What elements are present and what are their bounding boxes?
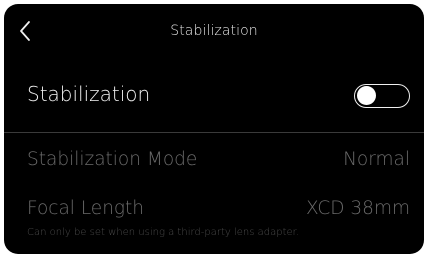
- divider: [4, 132, 424, 133]
- focal-length-note: Can only be set when using a third-party…: [27, 227, 300, 238]
- stabilization-screen: Stabilization Stabilization Stabilizatio…: [4, 4, 424, 254]
- focal-length-row: Focal Length XCD 38mm Can only be set wh…: [4, 198, 424, 246]
- stabilization-label: Stabilization: [27, 82, 151, 106]
- stabilization-mode-label: Stabilization Mode: [27, 149, 198, 170]
- toggle-knob: [356, 86, 376, 105]
- header: Stabilization: [4, 4, 424, 62]
- focal-length-label: Focal Length: [27, 198, 144, 219]
- stabilization-mode-row: Stabilization Mode Normal: [4, 149, 424, 179]
- focal-length-value: XCD 38mm: [306, 198, 410, 219]
- stabilization-toggle[interactable]: [354, 84, 410, 108]
- page-title: Stabilization: [170, 23, 258, 39]
- stabilization-mode-value: Normal: [343, 149, 410, 170]
- stabilization-row[interactable]: Stabilization: [4, 62, 424, 132]
